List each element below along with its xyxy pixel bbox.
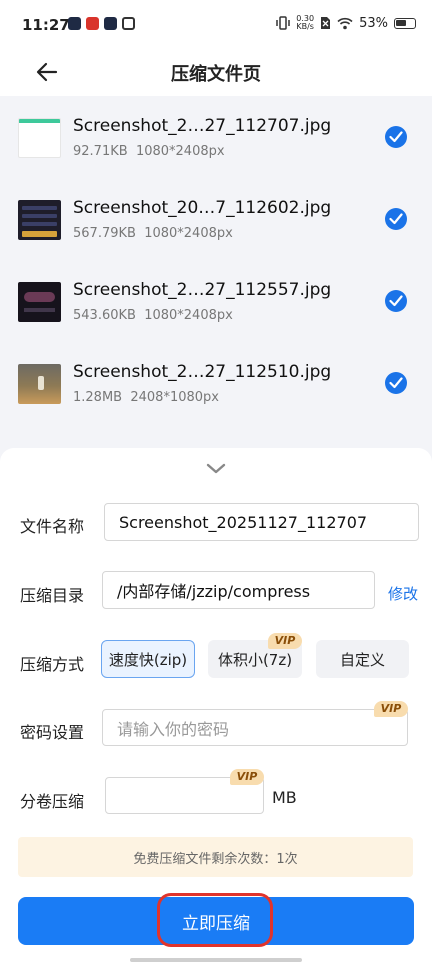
dir-input[interactable]: /内部存储/jzzip/compress [102,571,375,609]
file-meta: 567.79KB 1080*2408px [73,226,233,241]
checked-icon[interactable] [385,372,407,394]
file-thumbnail [18,200,61,240]
home-indicator[interactable] [130,958,302,962]
status-bar: 11:27 0.30 KB/s 53% [0,0,432,50]
file-name: Screenshot_20…7_112602.jpg [73,198,332,218]
compress-settings-sheet: 文件名称 Screenshot_20251127_112707 压缩目录 /内部… [0,448,432,964]
file-item[interactable]: Screenshot_20…7_112602.jpg 567.79KB 1080… [0,178,432,260]
file-meta: 543.60KB 1080*2408px [73,308,233,323]
file-item[interactable]: Screenshot_2…27_112707.jpg 92.71KB 1080*… [0,96,432,178]
highlight-annotation [157,893,273,947]
checked-icon[interactable] [385,208,407,230]
shop-app-icon [86,17,99,30]
page-title: 压缩文件页 [171,64,261,85]
password-label: 密码设置 [20,723,85,742]
status-time: 11:27 [22,16,70,34]
battery-percent: 53% [359,15,388,31]
filename-input[interactable]: Screenshot_20251127_112707 [104,503,419,541]
filename-label: 文件名称 [20,517,85,536]
file-thumbnail [18,364,61,404]
mail-app-icon [104,17,117,30]
dir-label: 压缩目录 [20,586,85,605]
file-name: Screenshot_2…27_112707.jpg [73,116,332,136]
method-zip-option[interactable]: 速度快(zip) [101,640,195,678]
battery-icon [394,17,416,29]
edit-dir-link[interactable]: 修改 [388,583,418,604]
file-thumbnail [18,118,61,158]
wifi-icon [337,17,353,29]
vip-badge: VIP [268,633,302,649]
file-thumbnail [18,282,61,322]
file-name: Screenshot_2…27_112557.jpg [73,280,332,300]
chevron-down-icon[interactable] [205,462,227,476]
checked-icon[interactable] [385,290,407,312]
file-meta: 1.28MB 2408*1080px [73,390,219,405]
method-custom-option[interactable]: 自定义 [316,640,409,678]
link-app-icon [122,17,135,30]
file-meta: 92.71KB 1080*2408px [73,144,225,159]
file-item[interactable]: Screenshot_2…27_112557.jpg 543.60KB 1080… [0,260,432,342]
vibrate-icon [276,16,291,30]
net-speed: 0.30 KB/s [296,14,315,31]
file-list: Screenshot_2…27_112707.jpg 92.71KB 1080*… [0,96,432,448]
status-notification-icons [68,17,135,30]
vip-badge: VIP [374,701,408,717]
status-right: 0.30 KB/s 53% [276,15,416,31]
video-app-icon [68,17,81,30]
file-item[interactable]: Screenshot_2…27_112510.jpg 1.28MB 2408*1… [0,342,432,424]
no-sim-icon [321,17,331,29]
method-label: 压缩方式 [20,655,85,674]
vip-badge: VIP [230,769,264,785]
checked-icon[interactable] [385,126,407,148]
free-quota-notice: 免费压缩文件剩余次数：1次 [18,837,413,877]
header: 压缩文件页 [0,50,432,96]
split-label: 分卷压缩 [20,792,85,811]
split-unit: MB [272,788,297,807]
password-input[interactable]: 请输入你的密码 [102,709,408,746]
file-name: Screenshot_2…27_112510.jpg [73,362,332,382]
